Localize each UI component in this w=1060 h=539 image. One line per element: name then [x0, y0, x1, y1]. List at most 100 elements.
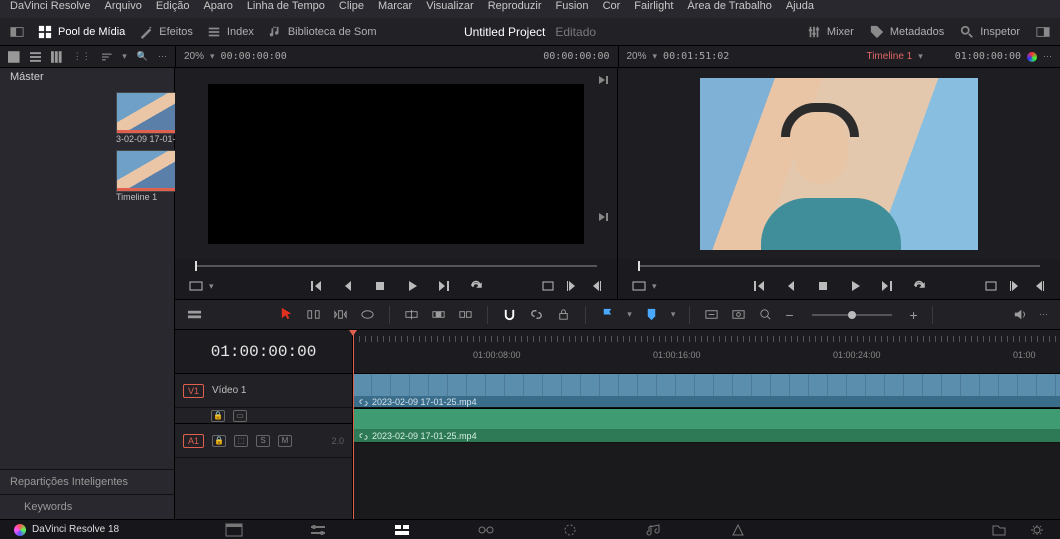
- insert-icon[interactable]: [404, 307, 419, 322]
- inspector-tab[interactable]: Inspetor: [960, 25, 1020, 39]
- deliver-page-icon[interactable]: [729, 523, 747, 537]
- menu-item[interactable]: Aparo: [203, 0, 232, 18]
- view-strip-icon[interactable]: [51, 51, 63, 63]
- skip-end-icon[interactable]: [597, 211, 609, 223]
- panel-icon[interactable]: [1036, 25, 1050, 39]
- view-mode-icon[interactable]: [632, 279, 646, 293]
- flag-icon[interactable]: [600, 307, 615, 322]
- out-point-icon[interactable]: [589, 279, 603, 293]
- edit-page-icon[interactable]: [393, 523, 411, 537]
- first-frame-icon[interactable]: [309, 279, 323, 293]
- track-lock-icon[interactable]: 🔒: [211, 410, 225, 422]
- in-point-icon[interactable]: [565, 279, 579, 293]
- sound-library-tab[interactable]: Biblioteca de Som: [268, 25, 377, 39]
- src-zoom[interactable]: 20%: [184, 51, 204, 62]
- zoom-detail-icon[interactable]: [731, 307, 746, 322]
- menu-item[interactable]: Clipe: [339, 0, 364, 18]
- index-tab[interactable]: Index: [207, 25, 254, 39]
- zoom-in-icon[interactable]: +: [910, 307, 918, 323]
- link-icon[interactable]: [529, 307, 544, 322]
- next-frame-icon[interactable]: [437, 279, 451, 293]
- media-pool-tab[interactable]: Pool de Mídia: [38, 25, 125, 39]
- zoom-fit-icon[interactable]: [704, 307, 719, 322]
- dynamic-trim-icon[interactable]: [333, 307, 348, 322]
- match-frame-icon[interactable]: [984, 279, 998, 293]
- menu-item[interactable]: Fairlight: [634, 0, 673, 18]
- menu-item[interactable]: Área de Trabalho: [687, 0, 771, 18]
- prog-zoom[interactable]: 20%: [627, 51, 647, 62]
- menu-item[interactable]: Fusion: [556, 0, 589, 18]
- program-canvas[interactable]: [700, 78, 978, 250]
- match-frame-icon[interactable]: [541, 279, 555, 293]
- audio-monitor-icon[interactable]: [1012, 307, 1027, 322]
- clip-thumbnail[interactable]: 3-02-09 17-01-: [116, 92, 180, 144]
- menu-item[interactable]: DaVinci Resolve: [10, 0, 91, 18]
- solo-button[interactable]: S: [256, 435, 270, 447]
- zoom-slider[interactable]: [812, 314, 892, 316]
- audio-track-header[interactable]: A1 🔒 ⬚ S M 2.0: [175, 424, 352, 458]
- video-track-header[interactable]: V1 Vídeo 1: [175, 374, 352, 408]
- next-frame-icon[interactable]: [880, 279, 894, 293]
- source-scrubber[interactable]: [195, 265, 597, 267]
- lock-icon[interactable]: [556, 307, 571, 322]
- menu-item[interactable]: Linha de Tempo: [247, 0, 325, 18]
- menu-item[interactable]: Cor: [603, 0, 621, 18]
- track-lock-icon[interactable]: 🔒: [212, 435, 226, 447]
- zoom-out-icon[interactable]: −: [785, 307, 793, 323]
- timeline-ruler[interactable]: 01:00:08:00 01:00:16:00 01:00:24:00 01:0…: [353, 330, 1060, 374]
- menu-item[interactable]: Edição: [156, 0, 190, 18]
- zoom-custom-icon[interactable]: [758, 307, 773, 322]
- stop-icon[interactable]: [373, 279, 387, 293]
- track-link-icon[interactable]: ⬚: [234, 435, 248, 447]
- v1-badge[interactable]: V1: [183, 384, 204, 398]
- view-thumb-icon[interactable]: [8, 51, 20, 63]
- menu-item[interactable]: Marcar: [378, 0, 412, 18]
- source-canvas[interactable]: [208, 84, 584, 244]
- search-icon[interactable]: 🔍: [137, 51, 148, 62]
- video-track-lane[interactable]: 2023-02-09 17-01-25.mp4: [353, 374, 1060, 408]
- snap-icon[interactable]: [502, 307, 517, 322]
- a1-badge[interactable]: A1: [183, 434, 204, 448]
- loop-icon[interactable]: [469, 279, 483, 293]
- play-icon[interactable]: [405, 279, 419, 293]
- menu-item[interactable]: Visualizar: [426, 0, 474, 18]
- color-wheel-icon[interactable]: [1027, 52, 1037, 62]
- stop-icon[interactable]: [816, 279, 830, 293]
- mute-button[interactable]: M: [278, 435, 292, 447]
- color-page-icon[interactable]: [561, 523, 579, 537]
- sort-icon[interactable]: [101, 51, 113, 63]
- timeline-view-options-icon[interactable]: [187, 307, 202, 322]
- fusion-page-icon[interactable]: [477, 523, 495, 537]
- marker-icon[interactable]: [644, 307, 659, 322]
- selection-tool-icon[interactable]: [279, 306, 294, 321]
- view-list-icon[interactable]: [30, 51, 42, 63]
- menu-item[interactable]: Ajuda: [786, 0, 814, 18]
- keywords-bin[interactable]: Keywords: [0, 494, 174, 519]
- metadata-tab[interactable]: Metadados: [870, 25, 944, 39]
- prev-frame-icon[interactable]: [341, 279, 355, 293]
- program-scrubber[interactable]: [638, 265, 1040, 267]
- track-enable-icon[interactable]: ▭: [233, 410, 247, 422]
- in-point-icon[interactable]: [1008, 279, 1022, 293]
- menu-item[interactable]: Arquivo: [105, 0, 142, 18]
- mixer-tab[interactable]: Mixer: [807, 25, 854, 39]
- prev-frame-icon[interactable]: [784, 279, 798, 293]
- first-frame-icon[interactable]: [752, 279, 766, 293]
- layout-icon[interactable]: [10, 25, 24, 39]
- smart-bins[interactable]: Repartições Inteligentes: [0, 469, 174, 494]
- audio-clip[interactable]: 2023-02-09 17-01-25.mp4: [353, 409, 1060, 442]
- media-page-icon[interactable]: [225, 523, 243, 537]
- master-bin[interactable]: Máster: [0, 68, 174, 88]
- skip-next-icon[interactable]: [597, 74, 609, 86]
- out-point-icon[interactable]: [1032, 279, 1046, 293]
- overwrite-icon[interactable]: [431, 307, 446, 322]
- blade-tool-icon[interactable]: [360, 307, 375, 322]
- loop-icon[interactable]: [912, 279, 926, 293]
- view-mode-icon[interactable]: [189, 279, 203, 293]
- cut-page-icon[interactable]: [309, 523, 327, 537]
- fairlight-page-icon[interactable]: [645, 523, 663, 537]
- audio-track-lane[interactable]: 2023-02-09 17-01-25.mp4: [353, 409, 1060, 443]
- timeline-name[interactable]: Timeline 1: [866, 51, 912, 62]
- playhead[interactable]: [353, 330, 354, 519]
- replace-icon[interactable]: [458, 307, 473, 322]
